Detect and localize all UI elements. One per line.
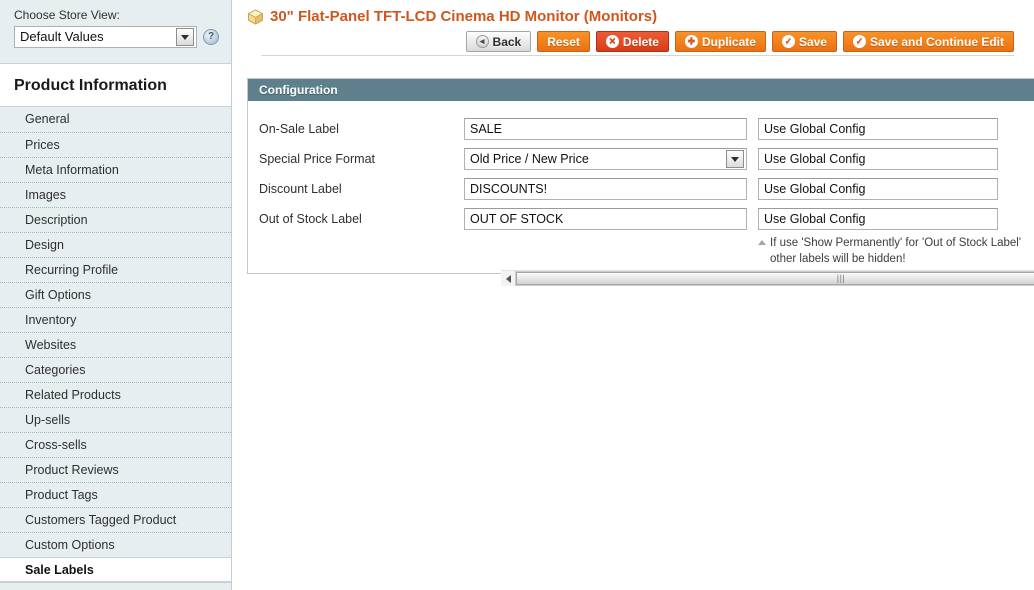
check-icon: ✓: [781, 35, 795, 48]
configuration-fieldset: Configuration On-Sale Label Use Global Co…: [247, 78, 1034, 274]
reset-button[interactable]: Reset: [537, 31, 590, 52]
save-and-continue-edit-button[interactable]: ✓ Save and Continue Edit: [842, 31, 1014, 52]
field-label: Special Price Format: [259, 152, 376, 166]
horizontal-scrollbar[interactable]: |||: [501, 270, 1034, 286]
sidebar-item-product-reviews[interactable]: Product Reviews: [0, 457, 231, 482]
button-label: Reset: [547, 34, 580, 49]
field-scope-value[interactable]: Use Global Config: [758, 178, 998, 200]
product-box-icon: [247, 9, 264, 25]
sidebar-item-websites[interactable]: Websites: [0, 332, 231, 357]
scrollbar-track[interactable]: |||: [515, 271, 1034, 286]
store-view-select[interactable]: Default Values: [14, 26, 197, 48]
sidebar: Choose Store View: Default Values ? Prod…: [0, 0, 232, 590]
sidebar-item-customers-tagged-product[interactable]: Customers Tagged Product: [0, 507, 231, 532]
note-line-1: If use 'Show Permanently' for 'Out of St…: [770, 237, 1022, 249]
store-view-switcher: Choose Store View: Default Values ?: [0, 0, 231, 64]
chevron-down-icon[interactable]: [176, 28, 194, 46]
field-scope-value[interactable]: Use Global Config: [758, 118, 998, 140]
sidebar-item-custom-options[interactable]: Custom Options: [0, 532, 231, 557]
button-label: Save and Continue Edit: [869, 34, 1004, 49]
button-label: Duplicate: [701, 34, 756, 49]
field-select[interactable]: Old Price / New Price: [464, 148, 747, 170]
delete-button[interactable]: ✕ Delete: [595, 31, 669, 52]
field-row: Discount Label Use Global Config: [248, 174, 1034, 204]
product-title-row: 30" Flat-Panel TFT-LCD Cinema HD Monitor…: [247, 8, 1024, 26]
product-title-text: 30" Flat-Panel TFT-LCD Cinema HD Monitor…: [270, 8, 658, 25]
note-caret-icon: [758, 240, 766, 245]
back-arrow-icon: ◂: [475, 35, 489, 48]
content-area: 30" Flat-Panel TFT-LCD Cinema HD Monitor…: [233, 0, 1034, 590]
field-text-input[interactable]: [464, 178, 747, 200]
field-row: Out of Stock Label Use Global Config: [248, 204, 1034, 234]
scrollbar-grip: |||: [836, 273, 846, 283]
button-label: Save: [798, 34, 827, 49]
field-text-input[interactable]: [464, 208, 747, 230]
check-icon: ✓: [852, 35, 866, 48]
field-scope-value[interactable]: Use Global Config: [758, 208, 998, 230]
admin-product-edit-page: Choose Store View: Default Values ? Prod…: [0, 0, 1034, 590]
sidebar-item-prices[interactable]: Prices: [0, 132, 231, 157]
field-label: On-Sale Label: [259, 122, 339, 136]
field-select-value: Old Price / New Price: [470, 152, 589, 166]
fieldset-body: On-Sale LabelUse Global ConfigSpecial Pr…: [248, 101, 1034, 273]
button-label: Back: [492, 34, 522, 49]
field-scope-value[interactable]: Use Global Config: [758, 148, 998, 170]
store-view-selected-value: Default Values: [20, 29, 104, 44]
scroll-left-arrow-icon[interactable]: [501, 271, 515, 286]
page-title: Product Information: [0, 64, 231, 106]
field-label: Out of Stock Label: [259, 212, 362, 226]
sidebar-item-categories[interactable]: Categories: [0, 357, 231, 382]
button-label: Delete: [622, 34, 659, 49]
sidebar-item-recurring-profile[interactable]: Recurring Profile: [0, 257, 231, 282]
note-line-2: other labels will be hidden!: [770, 253, 906, 265]
duplicate-button[interactable]: ✚ Duplicate: [674, 31, 766, 52]
field-row: On-Sale Label Use Global Config: [248, 114, 1034, 144]
field-text-input[interactable]: [464, 118, 747, 140]
tab-list-tail: [0, 582, 231, 590]
store-view-label: Choose Store View:: [14, 8, 120, 22]
sidebar-item-product-tags[interactable]: Product Tags: [0, 482, 231, 507]
sidebar-item-images[interactable]: Images: [0, 182, 231, 207]
sidebar-item-general[interactable]: General: [0, 107, 231, 132]
help-circle-icon[interactable]: ?: [203, 29, 219, 45]
content-header: 30" Flat-Panel TFT-LCD Cinema HD Monitor…: [233, 0, 1034, 56]
delete-x-icon: ✕: [605, 35, 619, 48]
sidebar-item-description[interactable]: Description: [0, 207, 231, 232]
sidebar-item-sale-labels[interactable]: Sale Labels: [0, 557, 231, 582]
back-button[interactable]: ◂ Back: [465, 31, 532, 52]
field-label: Discount Label: [259, 182, 342, 196]
sidebar-item-cross-sells[interactable]: Cross-sells: [0, 432, 231, 457]
chevron-down-icon[interactable]: [726, 150, 744, 168]
field-note-row: If use 'Show Permanently' for 'Out of St…: [248, 235, 1034, 267]
sidebar-item-meta-information[interactable]: Meta Information: [0, 157, 231, 182]
fieldset-legend: Configuration: [248, 79, 1034, 101]
header-divider: [261, 55, 1014, 56]
sidebar-item-design[interactable]: Design: [0, 232, 231, 257]
note-spacer: [259, 235, 464, 267]
sidebar-item-inventory[interactable]: Inventory: [0, 307, 231, 332]
scrollbar-thumb[interactable]: |||: [516, 272, 1034, 285]
sidebar-item-up-sells[interactable]: Up-sells: [0, 407, 231, 432]
field-row: Special Price Format Old Price / New Pric…: [248, 144, 1034, 174]
header-button-row: ◂ Back Reset ✕ Delete ✚ Duplicate ✓ Save ✓ Save an…: [247, 31, 1024, 52]
product-information-tabs: General Prices Meta Information Images Descr…: [0, 106, 231, 582]
note-spacer-2: [464, 235, 747, 267]
out-of-stock-note: If use 'Show Permanently' for 'Out of St…: [758, 235, 1034, 267]
plus-icon: ✚: [684, 35, 698, 48]
sidebar-item-gift-options[interactable]: Gift Options: [0, 282, 231, 307]
save-button[interactable]: ✓ Save: [771, 31, 837, 52]
sidebar-item-related-products[interactable]: Related Products: [0, 382, 231, 407]
